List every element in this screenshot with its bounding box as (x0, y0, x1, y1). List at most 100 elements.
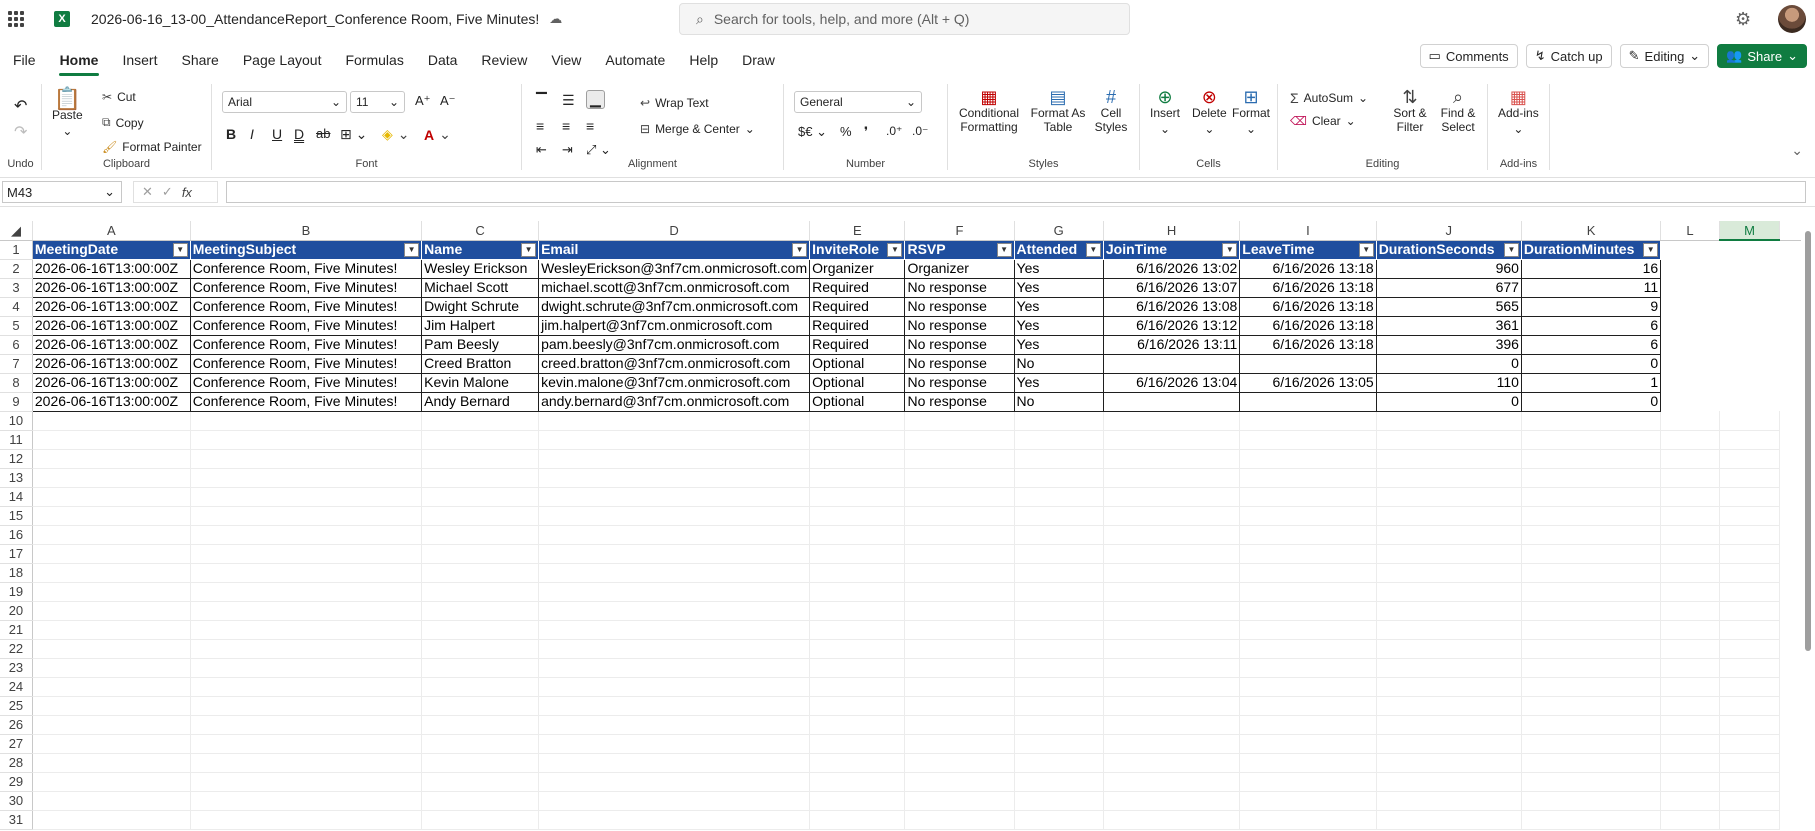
empty-cell[interactable] (904, 487, 1015, 507)
empty-cell[interactable] (1239, 715, 1377, 735)
empty-cell[interactable] (421, 449, 540, 469)
empty-cell[interactable] (32, 487, 191, 507)
undo-icon[interactable]: ↶ (14, 96, 27, 116)
empty-cell[interactable] (1103, 582, 1241, 602)
empty-cell[interactable] (1376, 620, 1522, 640)
align-top-icon[interactable]: ▔ (536, 92, 547, 109)
empty-cell[interactable] (1014, 658, 1104, 678)
format-cells-button[interactable]: ⊞ Format ⌄ (1232, 88, 1270, 136)
decrease-font-size-icon[interactable]: A⁻ (440, 93, 456, 109)
tab-insert[interactable]: Insert (121, 46, 158, 74)
empty-cell[interactable] (1661, 373, 1720, 392)
empty-cell[interactable] (1660, 658, 1720, 678)
empty-cell[interactable] (1239, 810, 1377, 830)
align-left-icon[interactable]: ≡ (536, 118, 544, 134)
table-cell[interactable]: Organizer (904, 258, 1015, 279)
empty-cell[interactable] (1660, 772, 1720, 792)
table-cell[interactable]: Conference Room, Five Minutes! (189, 315, 423, 336)
empty-cell[interactable] (904, 791, 1015, 811)
empty-cell[interactable] (1014, 411, 1104, 431)
settings-gear-icon[interactable]: ⚙ (1735, 9, 1751, 30)
empty-cell[interactable] (32, 411, 191, 431)
table-cell[interactable]: 9 (1520, 296, 1662, 317)
empty-cell[interactable] (1719, 639, 1781, 659)
empty-cell[interactable] (1719, 525, 1781, 545)
strikethrough-icon[interactable]: ab (316, 126, 330, 141)
empty-cell[interactable] (538, 791, 811, 811)
table-header-cell[interactable]: MeetingSubject ▼ (189, 239, 423, 260)
row-header[interactable]: 14 (0, 487, 33, 507)
empty-cell[interactable] (1103, 753, 1241, 773)
empty-cell[interactable] (1521, 487, 1662, 507)
percent-icon[interactable]: % (840, 124, 852, 139)
row-header[interactable]: 27 (0, 734, 33, 754)
empty-cell[interactable] (190, 753, 423, 773)
empty-cell[interactable] (1103, 468, 1241, 488)
table-cell[interactable]: 6/16/2026 13:11 (1102, 334, 1241, 355)
scrollbar-thumb[interactable] (1805, 231, 1811, 651)
empty-cell[interactable] (190, 601, 423, 621)
table-cell[interactable]: Conference Room, Five Minutes! (189, 334, 423, 355)
empty-cell[interactable] (1376, 791, 1522, 811)
empty-cell[interactable] (421, 544, 540, 564)
table-cell[interactable]: Yes (1013, 277, 1104, 298)
empty-cell[interactable] (190, 544, 423, 564)
empty-cell[interactable] (809, 582, 906, 602)
table-cell[interactable]: No response (904, 334, 1015, 355)
filter-dropdown-icon[interactable]: ▼ (887, 242, 903, 257)
row-header[interactable]: 8 (0, 373, 33, 393)
tab-data[interactable]: Data (427, 46, 459, 74)
empty-cell[interactable] (1239, 791, 1377, 811)
copy-button[interactable]: ⧉ Copy (102, 115, 144, 130)
empty-cell[interactable] (1521, 696, 1662, 716)
empty-cell[interactable] (1660, 582, 1720, 602)
empty-cell[interactable] (1014, 753, 1104, 773)
row-header[interactable]: 26 (0, 715, 33, 735)
empty-cell[interactable] (809, 772, 906, 792)
empty-cell[interactable] (1521, 677, 1662, 697)
table-cell[interactable]: Required (809, 277, 906, 298)
row-header[interactable]: 31 (0, 810, 33, 830)
column-header-g[interactable]: G (1014, 221, 1104, 241)
empty-cell[interactable] (538, 411, 811, 431)
empty-cell[interactable] (1103, 791, 1241, 811)
sort-filter-button[interactable]: ⇅ Sort & Filter (1390, 88, 1430, 134)
table-cell[interactable]: 6/16/2026 13:18 (1239, 296, 1377, 317)
column-header-f[interactable]: F (904, 221, 1015, 241)
empty-cell[interactable] (1521, 810, 1662, 830)
empty-cell[interactable] (1239, 639, 1377, 659)
column-header-m[interactable]: M (1719, 221, 1781, 241)
empty-cell[interactable] (1719, 487, 1781, 507)
table-cell[interactable]: dwight.schrute@3nf7cm.onmicrosoft.com (538, 296, 811, 317)
empty-cell[interactable] (1660, 411, 1720, 431)
saved-status-icon[interactable]: ☁ (549, 11, 562, 27)
table-cell[interactable]: 2026-06-16T13:00:00Z (31, 277, 191, 298)
clear-button[interactable]: ⌫ Clear ⌄ (1290, 114, 1356, 128)
increase-decimal-icon[interactable]: .0⁺ (886, 124, 902, 138)
empty-cell[interactable] (1661, 240, 1720, 259)
empty-cell[interactable] (1719, 582, 1781, 602)
wrap-text-button[interactable]: ↩ Wrap Text (640, 96, 709, 110)
cut-button[interactable]: ✂ Cut (102, 90, 136, 104)
empty-cell[interactable] (1521, 449, 1662, 469)
empty-cell[interactable] (1014, 715, 1104, 735)
empty-cell[interactable] (1103, 563, 1241, 583)
column-header-c[interactable]: C (421, 221, 540, 241)
empty-cell[interactable] (1376, 411, 1522, 431)
table-cell[interactable]: Dwight Schrute (421, 296, 540, 317)
table-cell[interactable]: 6/16/2026 13:05 (1239, 372, 1377, 393)
empty-cell[interactable] (1376, 753, 1522, 773)
empty-cell[interactable] (190, 677, 423, 697)
empty-cell[interactable] (1661, 297, 1720, 316)
table-header-cell[interactable]: DurationSeconds ▼ (1375, 239, 1522, 260)
table-cell[interactable]: No (1013, 391, 1104, 412)
empty-cell[interactable] (1014, 544, 1104, 564)
empty-cell[interactable] (538, 810, 811, 830)
filter-dropdown-icon[interactable]: ▼ (1358, 242, 1374, 257)
empty-cell[interactable] (421, 658, 540, 678)
table-cell[interactable]: Wesley Erickson (421, 258, 540, 279)
empty-cell[interactable] (1103, 601, 1241, 621)
table-cell[interactable]: 1 (1520, 372, 1662, 393)
column-header-h[interactable]: H (1103, 221, 1241, 241)
fill-color-icon[interactable]: ◈ ⌄ (382, 126, 410, 143)
